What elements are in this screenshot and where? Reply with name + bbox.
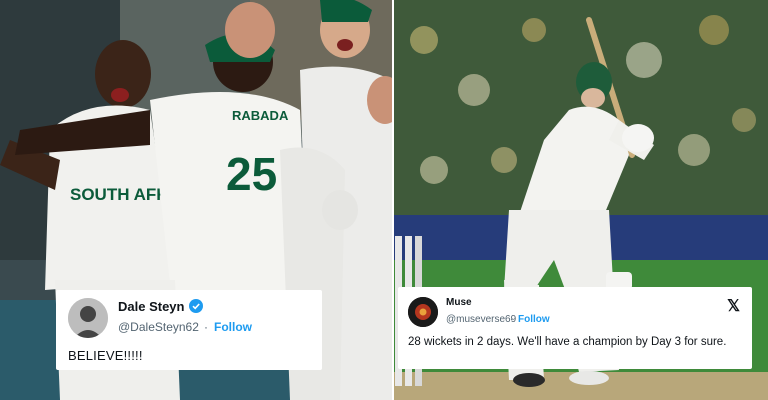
- separator-dot: ·: [510, 314, 514, 325]
- tweet-text: BELIEVE!!!!!: [68, 348, 143, 363]
- tweet-card-muse[interactable]: Muse @museverse69 · Follow 𝕏 28 wickets …: [398, 287, 752, 369]
- tweet-text: 28 wickets in 2 days. We'll have a champ…: [408, 336, 727, 348]
- profile-photo-icon[interactable]: [408, 297, 438, 327]
- jersey-name: RABADA: [232, 108, 289, 123]
- tweet-card-dale-steyn[interactable]: Dale Steyn @DaleSteyn62 · Follow BELIEVE…: [56, 290, 322, 370]
- jersey-number: 25: [226, 148, 277, 200]
- tweet-author-handle[interactable]: @DaleSteyn62: [118, 320, 199, 334]
- verified-badge-icon: [189, 299, 203, 313]
- follow-button[interactable]: Follow: [214, 320, 252, 334]
- tweet-author-handle[interactable]: @museverse69: [446, 314, 516, 325]
- separator-dot: ·: [204, 320, 208, 334]
- x-logo-icon[interactable]: 𝕏: [727, 296, 740, 316]
- follow-button[interactable]: Follow: [518, 314, 550, 325]
- tweet-author-name[interactable]: Muse: [446, 297, 472, 308]
- tweet-author-name[interactable]: Dale Steyn: [118, 299, 184, 314]
- profile-photo-icon[interactable]: [68, 298, 108, 338]
